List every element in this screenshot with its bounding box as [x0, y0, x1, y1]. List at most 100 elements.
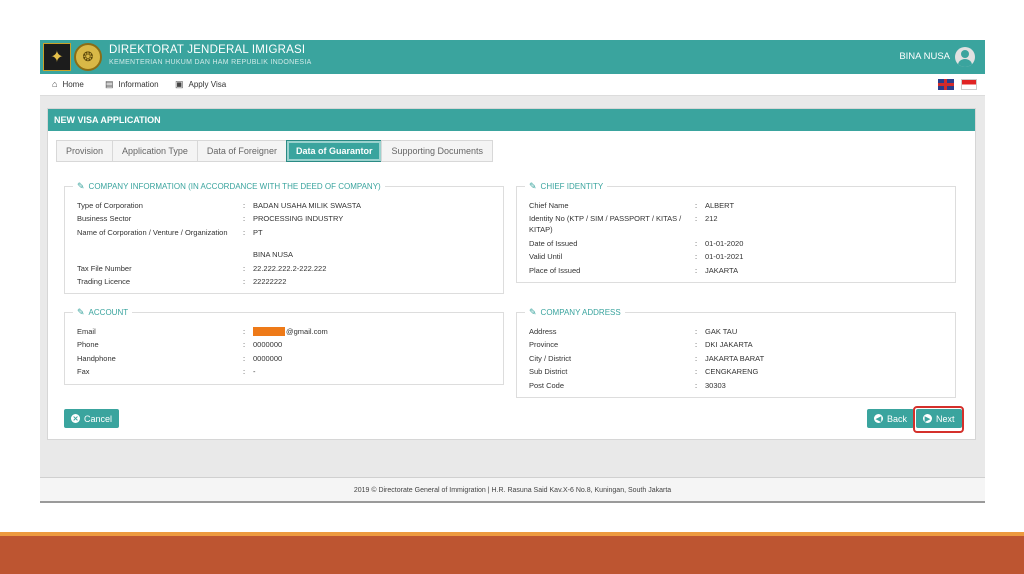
- cancel-label: Cancel: [84, 413, 113, 424]
- id-card-icon: ▣: [175, 79, 184, 89]
- back-button[interactable]: ◀ Back: [867, 409, 915, 428]
- nav-item-label: Apply Visa: [188, 80, 227, 89]
- separator: :: [243, 354, 246, 363]
- field-label: Post Code: [529, 381, 565, 390]
- wizard-tabs: Provision Application Type Data of Forei…: [56, 140, 494, 162]
- separator: :: [695, 266, 698, 275]
- edit-icon: ✎: [77, 307, 85, 317]
- redaction-mark: [253, 327, 285, 336]
- separator: :: [243, 327, 246, 336]
- field-label: Email: [77, 327, 96, 336]
- footer: 2019 © Directorate General of Immigratio…: [40, 477, 985, 502]
- company-address-section: ✎ COMPANY ADDRESS Address : GAK TAU Prov…: [516, 307, 956, 398]
- close-circle-icon: ✕: [71, 414, 80, 423]
- separator: :: [243, 340, 246, 349]
- field-label: Chief Name: [529, 201, 569, 210]
- field-label: Province: [529, 340, 559, 349]
- tab-supporting-documents[interactable]: Supporting Documents: [381, 140, 494, 162]
- field-value: CENGKARENG: [705, 367, 759, 376]
- field-label: KITAP): [529, 225, 553, 234]
- section-legend: ✎ COMPANY ADDRESS: [525, 307, 625, 318]
- field-value: 212: [705, 214, 718, 223]
- section-legend: ✎ COMPANY INFORMATION (IN ACCORDANCE WIT…: [73, 181, 385, 192]
- slide-bottom-band: [0, 536, 1024, 574]
- field-value: 22222222: [253, 277, 287, 286]
- org-title: DIREKTORAT JENDERAL IMIGRASI: [109, 44, 306, 56]
- footer-divider: [40, 501, 985, 503]
- panel-title: NEW VISA APPLICATION: [48, 109, 975, 131]
- indonesia-flag-icon[interactable]: [961, 79, 977, 90]
- separator: :: [695, 252, 698, 261]
- field-label: Handphone: [77, 354, 116, 363]
- field-value: DKI JAKARTA: [705, 340, 753, 349]
- edit-icon: ✎: [77, 181, 85, 191]
- avatar[interactable]: [955, 47, 975, 67]
- garuda-emblem-icon: ✦: [43, 43, 71, 71]
- field-value: 0000000: [253, 340, 283, 349]
- field-value: PROCESSING INDUSTRY: [253, 214, 344, 223]
- field-label: Trading Licence: [77, 277, 131, 286]
- field-label: Type of Corporation: [77, 201, 143, 210]
- tab-data-of-foreigner[interactable]: Data of Foreigner: [196, 140, 287, 162]
- immigration-seal-icon: ❂: [74, 43, 102, 71]
- field-value: PT: [253, 228, 263, 237]
- top-header: ✦ ❂ DIREKTORAT JENDERAL IMIGRASI KEMENTE…: [40, 40, 985, 74]
- nav-item-information[interactable]: ▤ Information: [105, 79, 159, 90]
- separator: :: [695, 214, 698, 223]
- field-value: @gmail.com: [286, 327, 328, 336]
- field-label: Identity No (KTP / SIM / PASSPORT / KITA…: [529, 214, 682, 223]
- tab-provision[interactable]: Provision: [56, 140, 114, 162]
- nav-item-label: Information: [118, 80, 159, 89]
- nav-item-home[interactable]: ⌂ Home: [52, 79, 84, 89]
- separator: :: [695, 381, 698, 390]
- field-value: BADAN USAHA MILIK SWASTA: [253, 201, 361, 210]
- arrow-left-circle-icon: ◀: [874, 414, 883, 423]
- account-section: ✎ ACCOUNT Email : @gmail.com Phone : 000…: [64, 307, 504, 385]
- field-label: Sub District: [529, 367, 568, 376]
- separator: :: [695, 340, 698, 349]
- field-label: Tax File Number: [77, 264, 132, 273]
- separator: :: [695, 327, 698, 336]
- field-label: Valid Until: [529, 252, 563, 261]
- separator: :: [695, 239, 698, 248]
- next-highlight-annotation: [913, 406, 964, 433]
- field-value: 30303: [705, 381, 726, 390]
- separator: :: [695, 354, 698, 363]
- nav-item-label: Home: [62, 79, 84, 89]
- separator: :: [243, 201, 246, 210]
- company-info-section: ✎ COMPANY INFORMATION (IN ACCORDANCE WIT…: [64, 181, 504, 294]
- email-value: @gmail.com: [253, 327, 328, 336]
- field-value: BINA NUSA: [253, 250, 294, 259]
- uk-flag-icon[interactable]: [938, 79, 954, 90]
- tab-application-type[interactable]: Application Type: [112, 140, 198, 162]
- book-icon: ▤: [105, 79, 114, 89]
- edit-icon: ✎: [529, 181, 537, 191]
- home-icon: ⌂: [52, 79, 58, 89]
- field-value: JAKARTA: [705, 266, 739, 275]
- field-value: -: [253, 367, 256, 376]
- slide: ✦ ❂ DIREKTORAT JENDERAL IMIGRASI KEMENTE…: [0, 0, 1024, 574]
- field-label: Address: [529, 327, 557, 336]
- user-name[interactable]: BINA NUSA: [899, 51, 950, 62]
- field-label: City / District: [529, 354, 572, 363]
- field-value: 22.222.222.2-222.222: [253, 264, 327, 273]
- field-label: Phone: [77, 340, 99, 349]
- field-value: 01-01-2020: [705, 239, 744, 248]
- field-value: ALBERT: [705, 201, 735, 210]
- section-legend: ✎ CHIEF IDENTITY: [525, 181, 608, 192]
- field-label: Fax: [77, 367, 90, 376]
- section-title: COMPANY INFORMATION (IN ACCORDANCE WITH …: [88, 182, 381, 191]
- section-legend: ✎ ACCOUNT: [73, 307, 133, 318]
- field-label: Place of Issued: [529, 266, 581, 275]
- section-title: COMPANY ADDRESS: [540, 308, 621, 317]
- tab-data-of-guarantor[interactable]: Data of Guarantor: [285, 140, 383, 162]
- nav-bar: ⌂ Home ▤ Information ▣ Apply Visa: [40, 74, 985, 96]
- section-title: ACCOUNT: [88, 308, 129, 317]
- nav-item-apply-visa[interactable]: ▣ Apply Visa: [175, 79, 226, 90]
- separator: :: [243, 264, 246, 273]
- field-value: GAK TAU: [705, 327, 738, 336]
- section-title: CHIEF IDENTITY: [540, 182, 604, 191]
- separator: :: [243, 228, 246, 237]
- field-label: Date of Issued: [529, 239, 578, 248]
- cancel-button[interactable]: ✕ Cancel: [64, 409, 120, 428]
